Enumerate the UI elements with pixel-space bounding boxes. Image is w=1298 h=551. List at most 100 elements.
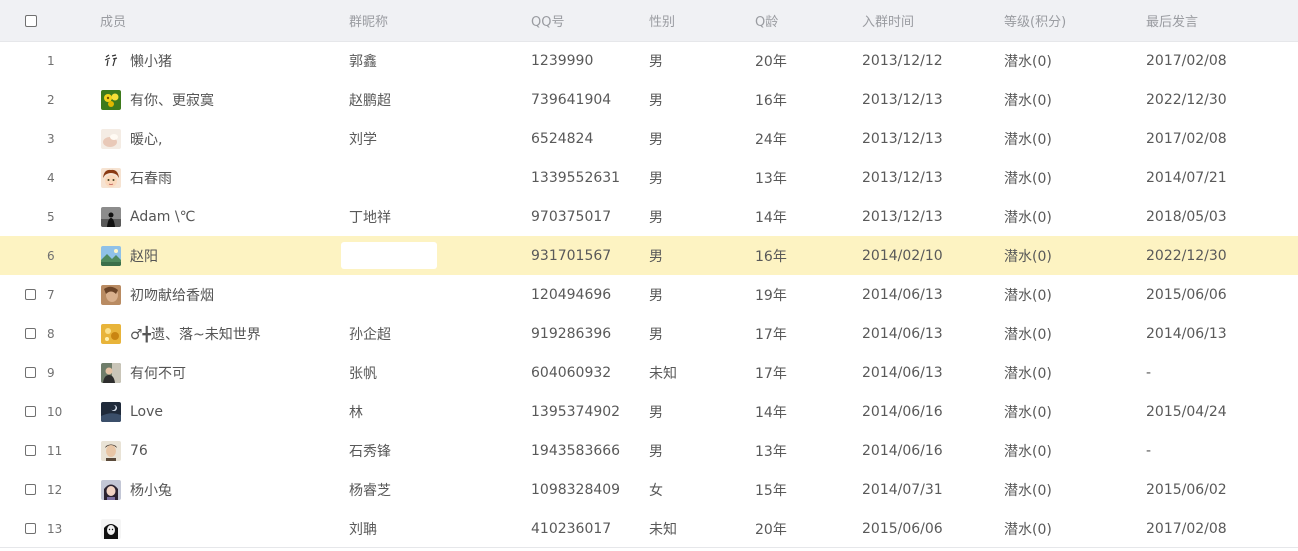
member-cell[interactable]: 赵阳	[101, 236, 158, 275]
join-time-cell: 2013/12/13	[862, 91, 943, 108]
qq-cell: 739641904	[531, 91, 612, 108]
row-index: 11	[47, 443, 63, 458]
level-cell: 潜水(0)	[1004, 443, 1052, 460]
nickname-cell: 赵鹏超	[349, 92, 391, 109]
table-row[interactable]: 3 暖心, 刘学 6524824 男 24年 2013/12/13 潜水(0) 2017/02/…	[0, 119, 1298, 158]
last-speak-cell: -	[1146, 364, 1152, 381]
gender-cell: 男	[649, 287, 663, 304]
member-cell[interactable]: 初吻献给香烟	[101, 275, 214, 314]
table-row[interactable]: 7 初吻献给香烟 120494696 男 19年 2014/06/13 潜水(0) 2015/…	[0, 275, 1298, 314]
member-cell[interactable]: 76	[101, 431, 148, 470]
table-row[interactable]: 10 Love 林 1395374902 男 14年 2014/06/16 潜水(0) 2015…	[0, 392, 1298, 431]
join-time-cell: 2013/12/13	[862, 130, 943, 147]
select-all-checkbox[interactable]	[25, 14, 37, 27]
table-row[interactable]: 11 76 石秀锋 1943583666 男 13年 2014/06/16 潜水(0) -	[0, 431, 1298, 470]
table-header: 成员 群昵称 QQ号 性别 Q龄 入群时间 等级(积分) 最后发言	[0, 0, 1298, 42]
last-speak-cell: 2022/12/30	[1146, 247, 1227, 264]
level-cell: 潜水(0)	[1004, 131, 1052, 148]
member-cell[interactable]: Love	[101, 392, 163, 431]
member-cell[interactable]: 暖心,	[101, 119, 162, 158]
silhouette-avatar-icon[interactable]	[101, 206, 121, 227]
table-row[interactable]: 13 刘聃 410236017 未知 20年 2015/06/06 潜水(0) 2017/02…	[0, 509, 1298, 548]
brown-avatar-icon[interactable]	[101, 284, 121, 305]
member-cell[interactable]: 有何不可	[101, 353, 186, 392]
row-checkbox[interactable]	[25, 523, 36, 534]
header-join-time[interactable]: 入群时间	[862, 0, 914, 41]
flower-avatar-icon[interactable]	[101, 89, 121, 110]
member-name: ♂╋遗、落~未知世界	[130, 326, 261, 343]
person-avatar-icon[interactable]	[101, 362, 121, 383]
nickname-cell: 石秀锋	[349, 443, 391, 460]
q-age-cell: 16年	[755, 248, 787, 265]
header-gender[interactable]: 性别	[649, 0, 675, 41]
night-avatar-icon[interactable]	[101, 401, 121, 422]
nickname-cell: 孙企超	[349, 326, 391, 343]
row-checkbox[interactable]	[25, 289, 36, 300]
member-cell[interactable]: 有你、更寂寞	[101, 80, 214, 119]
landscape-avatar-icon[interactable]	[101, 245, 121, 266]
header-qq[interactable]: QQ号	[531, 0, 564, 41]
q-age-cell: 20年	[755, 53, 787, 70]
q-age-cell: 17年	[755, 365, 787, 382]
table-row[interactable]: 1 懒小猪 郭鑫 1239990 男 20年 2013/12/12 潜水(0) 2017/02/…	[0, 41, 1298, 80]
member-cell[interactable]: 懒小猪	[101, 41, 172, 80]
header-level[interactable]: 等级(积分)	[1004, 0, 1066, 41]
member-cell[interactable]: ♂╋遗、落~未知世界	[101, 314, 261, 353]
last-speak-cell: 2014/06/13	[1146, 325, 1227, 342]
member-name: 杨小兔	[130, 482, 172, 499]
join-time-cell: 2013/12/13	[862, 208, 943, 225]
member-cell[interactable]: Adam \℃	[101, 197, 195, 236]
row-index: 9	[47, 365, 55, 380]
last-speak-cell: 2014/07/21	[1146, 169, 1227, 186]
table-row[interactable]: 8 ♂╋遗、落~未知世界 孙企超 919286396 男 17年 2014/06/13 潜水(…	[0, 314, 1298, 353]
girl-avatar-icon[interactable]	[101, 479, 121, 500]
table-row[interactable]: 9 有何不可 张帆 604060932 未知 17年 2014/06/13 潜水(0) -	[0, 353, 1298, 392]
header-last-speak[interactable]: 最后发言	[1146, 0, 1198, 41]
header-member[interactable]: 成员	[100, 0, 126, 41]
anime-avatar-icon[interactable]	[101, 167, 121, 188]
join-time-cell: 2013/12/12	[862, 52, 943, 69]
table-row[interactable]: 2 有你、更寂寞 赵鹏超 739641904 男 16年 2013/12/13 潜水(0) 20…	[0, 80, 1298, 119]
qq-cell: 6524824	[531, 130, 594, 147]
last-speak-cell: 2015/06/06	[1146, 286, 1227, 303]
member-cell[interactable]	[101, 509, 130, 548]
gender-cell: 男	[649, 443, 663, 460]
golden-avatar-icon[interactable]	[101, 323, 121, 344]
nickname-edit-input[interactable]	[341, 242, 437, 269]
portrait-avatar-icon[interactable]	[101, 440, 121, 461]
join-time-cell: 2014/06/16	[862, 403, 943, 420]
row-checkbox[interactable]	[25, 328, 36, 339]
row-index: 3	[47, 131, 55, 146]
member-cell[interactable]: 杨小兔	[101, 470, 172, 509]
row-checkbox[interactable]	[25, 484, 36, 495]
table-row[interactable]: 4 石春雨 1339552631 男 13年 2013/12/13 潜水(0) 2014/07…	[0, 158, 1298, 197]
row-checkbox[interactable]	[25, 367, 36, 378]
kanji-avatar-icon[interactable]	[101, 50, 121, 71]
nickname-cell: 刘聃	[349, 521, 377, 538]
member-cell[interactable]: 石春雨	[101, 158, 172, 197]
q-age-cell: 13年	[755, 443, 787, 460]
table-row[interactable]: 12 杨小兔 杨睿芝 1098328409 女 15年 2014/07/31 潜水(0) 201…	[0, 470, 1298, 509]
row-checkbox[interactable]	[25, 406, 36, 417]
header-nickname[interactable]: 群昵称	[349, 0, 388, 41]
gender-cell: 男	[649, 92, 663, 109]
member-name: 懒小猪	[130, 53, 172, 70]
join-time-cell: 2015/06/06	[862, 520, 943, 537]
q-age-cell: 19年	[755, 287, 787, 304]
join-time-cell: 2014/06/13	[862, 286, 943, 303]
member-name: 76	[130, 442, 148, 459]
row-checkbox[interactable]	[25, 445, 36, 456]
last-speak-cell: 2018/05/03	[1146, 208, 1227, 225]
pale-avatar-icon[interactable]	[101, 128, 121, 149]
member-name: 暖心,	[130, 131, 163, 148]
table-row[interactable]: 6 赵阳 931701567 男 16年 2014/02/10 潜水(0) 2022/12/3…	[0, 236, 1298, 275]
bw-avatar-icon[interactable]	[101, 518, 121, 539]
q-age-cell: 15年	[755, 482, 787, 499]
table-row[interactable]: 5 Adam \℃ 丁地祥 970375017 男 14年 2013/12/13 潜水(0) 2…	[0, 197, 1298, 236]
gender-cell: 男	[649, 209, 663, 226]
q-age-cell: 17年	[755, 326, 787, 343]
level-cell: 潜水(0)	[1004, 53, 1052, 70]
join-time-cell: 2014/07/31	[862, 481, 943, 498]
member-name: Adam \℃	[130, 208, 196, 225]
header-q-age[interactable]: Q龄	[755, 0, 778, 41]
